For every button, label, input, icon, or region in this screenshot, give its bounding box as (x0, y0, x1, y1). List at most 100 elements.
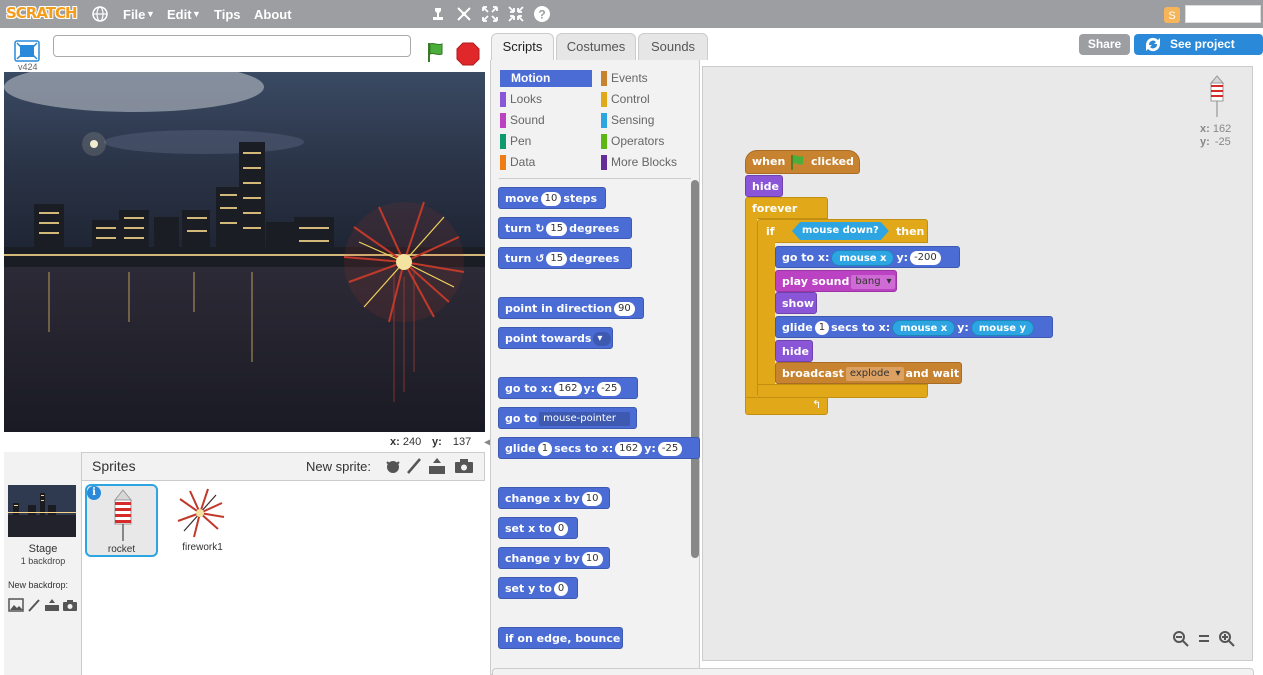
tab-sounds[interactable]: Sounds (638, 33, 708, 60)
glide-mouse-x-reporter[interactable]: mouse x (892, 320, 956, 336)
stage-backdrop-image (4, 72, 485, 432)
forever-arm (745, 218, 757, 398)
block-set-x[interactable]: set x to 0 (498, 517, 578, 539)
username-box[interactable] (1185, 5, 1261, 23)
stage-thumbnail[interactable] (8, 485, 76, 537)
category-pen[interactable]: Pen (500, 133, 531, 150)
mouse-x-reporter[interactable]: mouse x (831, 250, 895, 266)
firework-sprite-on-stage (343, 201, 465, 323)
tab-costumes[interactable]: Costumes (556, 33, 636, 60)
refresh-arrows-icon (1145, 37, 1161, 52)
message-dropdown[interactable]: explode (845, 367, 904, 381)
stage-canvas[interactable] (4, 72, 485, 432)
stage-label: Stage (28, 543, 58, 555)
edit-chevron-icon: ▼ (192, 9, 201, 19)
go-to-dropdown[interactable]: mouse-pointer (539, 412, 631, 426)
help-icon[interactable]: ? (532, 4, 552, 24)
user-account-icon[interactable]: S (1163, 6, 1181, 24)
new-sprite-label: New sprite: (306, 459, 372, 474)
block-show[interactable]: show (775, 292, 817, 314)
scratch-logo[interactable]: SCRATCH (6, 4, 78, 24)
shrink-icon[interactable] (506, 4, 526, 24)
firework-sprite-image (177, 488, 225, 538)
block-set-y[interactable]: set y to 0 (498, 577, 578, 599)
cut-scissors-icon[interactable] (454, 4, 474, 24)
sprite-name-firework1: firework1 (182, 542, 223, 553)
block-if-on-edge-bounce[interactable]: if on edge, bounce (498, 627, 623, 649)
stage-column: Stage 1 backdrop New backdrop: (4, 452, 82, 675)
grow-icon[interactable] (480, 4, 500, 24)
file-chevron-icon: ▼ (146, 9, 155, 19)
point-towards-dropdown[interactable]: ▾ (593, 332, 612, 346)
block-go-to-mouse[interactable]: go to x: mouse x y: -200 (775, 246, 960, 268)
mouse-down-reporter[interactable]: mouse down? (792, 222, 889, 240)
zoom-out-icon[interactable] (1171, 630, 1191, 650)
block-glide-to-mouse[interactable]: glide 1 secs to x: mouse x y: mouse y (775, 316, 1053, 338)
block-move-steps[interactable]: move 10 steps (498, 187, 606, 209)
block-broadcast-and-wait[interactable]: broadcastexplodeand wait (775, 362, 962, 384)
block-go-to[interactable]: go to mouse-pointer (498, 407, 637, 429)
if-bottom (757, 384, 928, 398)
tips-menu[interactable]: Tips (214, 7, 241, 22)
menu-bar: SCRATCH File ▼ Edit ▼ Tips About ? S (0, 0, 1263, 28)
palette-scrollbar[interactable] (691, 180, 699, 558)
sprite-info-icon[interactable]: i (87, 486, 101, 500)
category-data[interactable]: Data (500, 154, 535, 171)
block-turn-left[interactable]: turn ↺ 15 degrees (498, 247, 632, 269)
share-button[interactable]: Share (1079, 34, 1130, 55)
backdrop-library-icon[interactable] (8, 598, 24, 612)
sprite-thumb-firework1[interactable]: firework1 (166, 484, 239, 557)
stop-sign-icon[interactable] (456, 42, 480, 66)
category-sound[interactable]: Sound (500, 112, 545, 129)
block-go-to-xy[interactable]: go to x: 162 y: -25 (498, 377, 638, 399)
about-menu[interactable]: About (254, 7, 292, 22)
glide-mouse-y-reporter[interactable]: mouse y (970, 320, 1034, 336)
block-point-towards[interactable]: point towards ▾ (498, 327, 613, 349)
camera-sprite-icon[interactable] (454, 458, 474, 474)
upload-backdrop-icon[interactable] (44, 598, 60, 612)
block-play-sound[interactable]: play sound bang (775, 270, 897, 292)
category-events[interactable]: Events (601, 70, 648, 87)
forever-bottom: ↰ (745, 397, 828, 415)
category-control[interactable]: Control (601, 91, 650, 108)
category-operators[interactable]: Operators (601, 133, 664, 150)
sprite-name-rocket: rocket (107, 544, 136, 555)
sound-dropdown[interactable]: bang (851, 275, 895, 289)
category-more-blocks[interactable]: More Blocks (601, 154, 677, 171)
category-motion[interactable]: Motion (500, 70, 592, 87)
stage-mouse-coords: x: 240 (390, 436, 422, 448)
block-hide-2[interactable]: hide (775, 340, 813, 362)
block-forever[interactable]: forever (745, 197, 828, 219)
green-flag-icon[interactable] (424, 40, 448, 64)
category-sensing[interactable]: Sensing (601, 112, 654, 129)
zoom-reset-icon[interactable] (1194, 630, 1214, 650)
backpack-strip[interactable] (492, 668, 1254, 675)
block-turn-right[interactable]: turn ↻ 15 degrees (498, 217, 632, 239)
camera-backdrop-icon[interactable] (62, 598, 78, 612)
category-looks[interactable]: Looks (500, 91, 542, 108)
version-label: v424 (18, 62, 38, 72)
block-change-x[interactable]: change x by 10 (498, 487, 610, 509)
upload-sprite-icon[interactable] (428, 457, 446, 475)
block-hide[interactable]: hide (745, 175, 783, 197)
globe-icon[interactable] (90, 4, 110, 24)
edit-menu[interactable]: Edit (167, 7, 192, 22)
tab-scripts[interactable]: Scripts (491, 33, 554, 60)
see-project-page-button[interactable]: See project page (1134, 34, 1263, 72)
sprite-thumb-rocket[interactable]: i rocket (85, 484, 158, 557)
block-glide[interactable]: glide 1 secs to x: 162 y: -25 (498, 437, 700, 459)
rotate-right-icon: ↻ (535, 222, 545, 235)
block-if[interactable]: if mouse down? then (757, 219, 928, 243)
zoom-in-icon[interactable] (1217, 630, 1237, 650)
loop-arrow-icon: ↰ (812, 399, 822, 411)
presentation-mode-icon[interactable] (14, 40, 40, 62)
file-menu[interactable]: File (123, 7, 145, 22)
sprite-library-icon[interactable] (384, 457, 402, 475)
block-change-y[interactable]: change y by 10 (498, 547, 610, 569)
paint-sprite-icon[interactable] (406, 457, 422, 475)
duplicate-stamp-icon[interactable] (428, 4, 448, 24)
paint-backdrop-icon[interactable] (27, 598, 41, 612)
block-point-in-direction[interactable]: point in direction 90 (498, 297, 644, 319)
block-when-flag-clicked[interactable]: when clicked (745, 150, 860, 174)
project-title-input[interactable] (53, 35, 411, 57)
